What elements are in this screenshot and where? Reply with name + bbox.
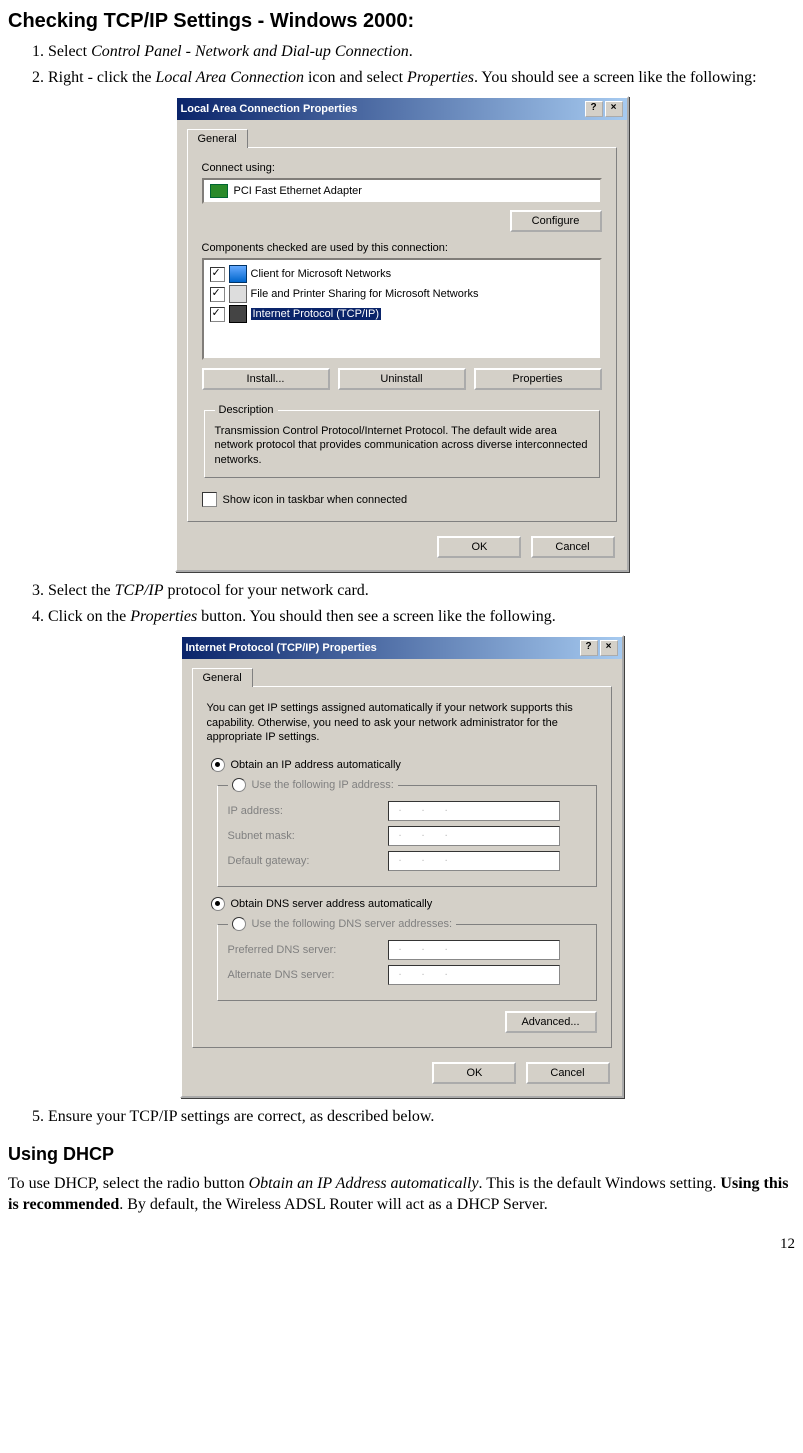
pref-dns-label: Preferred DNS server: xyxy=(228,944,388,956)
protocol-icon xyxy=(229,305,247,323)
cancel-button[interactable]: Cancel xyxy=(526,1062,610,1084)
description-legend: Description xyxy=(215,404,278,416)
description-group: Description Transmission Control Protoco… xyxy=(204,404,600,478)
ip-address-label: IP address: xyxy=(228,805,388,817)
radio-obtain-dns-label: Obtain DNS server address automatically xyxy=(231,898,433,910)
list-item[interactable]: Client for Microsoft Networks xyxy=(208,264,596,284)
dhcp-heading: Using DHCP xyxy=(8,1144,795,1165)
components-label: Components checked are used by this conn… xyxy=(202,242,602,254)
step-3: Select the TCP/IP protocol for your netw… xyxy=(48,580,795,602)
step-5: Ensure your TCP/IP settings are correct,… xyxy=(48,1106,795,1128)
components-list[interactable]: Client for Microsoft Networks File and P… xyxy=(202,258,602,360)
ok-button[interactable]: OK xyxy=(432,1062,516,1084)
dhcp-paragraph: To use DHCP, select the radio button Obt… xyxy=(8,1173,795,1216)
properties-button[interactable]: Properties xyxy=(474,368,602,390)
subnet-field[interactable]: ... xyxy=(388,826,560,846)
lan-properties-dialog: Local Area Connection Properties ? × Gen… xyxy=(175,96,629,572)
step-2: Right - click the Local Area Connection … xyxy=(48,67,795,89)
advanced-button[interactable]: Advanced... xyxy=(505,1011,597,1033)
help-button[interactable]: ? xyxy=(580,640,598,656)
radio-obtain-ip[interactable] xyxy=(211,758,225,772)
close-button[interactable]: × xyxy=(600,640,618,656)
uninstall-button[interactable]: Uninstall xyxy=(338,368,466,390)
step-4: Click on the Properties button. You shou… xyxy=(48,606,795,628)
checkbox[interactable] xyxy=(210,307,225,322)
radio-use-dns-label: Use the following DNS server addresses: xyxy=(252,918,453,930)
info-text: You can get IP settings assigned automat… xyxy=(207,701,597,744)
titlebar: Local Area Connection Properties ? × xyxy=(177,98,627,120)
list-item[interactable]: Internet Protocol (TCP/IP) xyxy=(208,304,596,324)
dns-group: Use the following DNS server addresses: … xyxy=(217,917,597,1001)
gateway-label: Default gateway: xyxy=(228,855,388,867)
configure-button[interactable]: Configure xyxy=(510,210,602,232)
titlebar: Internet Protocol (TCP/IP) Properties ? … xyxy=(182,637,622,659)
subnet-label: Subnet mask: xyxy=(228,830,388,842)
ok-button[interactable]: OK xyxy=(437,536,521,558)
show-icon-label: Show icon in taskbar when connected xyxy=(223,494,408,506)
pref-dns-field[interactable]: ... xyxy=(388,940,560,960)
connect-using-label: Connect using: xyxy=(202,162,602,174)
list-item[interactable]: File and Printer Sharing for Microsoft N… xyxy=(208,284,596,304)
page-heading: Checking TCP/IP Settings - Windows 2000: xyxy=(8,10,795,33)
step-1: Select Control Panel - Network and Dial-… xyxy=(48,41,795,63)
alt-dns-field[interactable]: ... xyxy=(388,965,560,985)
adapter-name: PCI Fast Ethernet Adapter xyxy=(234,185,362,197)
tab-general[interactable]: General xyxy=(192,668,253,687)
checkbox[interactable] xyxy=(210,287,225,302)
gateway-field[interactable]: ... xyxy=(388,851,560,871)
ip-group: Use the following IP address: IP address… xyxy=(217,778,597,887)
description-text: Transmission Control Protocol/Internet P… xyxy=(215,424,589,467)
radio-obtain-dns[interactable] xyxy=(211,897,225,911)
client-icon xyxy=(229,265,247,283)
titlebar-text: Internet Protocol (TCP/IP) Properties xyxy=(186,642,578,654)
tab-general[interactable]: General xyxy=(187,129,248,148)
help-button[interactable]: ? xyxy=(585,101,603,117)
radio-obtain-ip-label: Obtain an IP address automatically xyxy=(231,759,401,771)
cancel-button[interactable]: Cancel xyxy=(531,536,615,558)
radio-use-dns[interactable] xyxy=(232,917,246,931)
nic-icon xyxy=(210,184,228,198)
adapter-field: PCI Fast Ethernet Adapter xyxy=(202,178,602,204)
checkbox[interactable] xyxy=(210,267,225,282)
install-button[interactable]: Install... xyxy=(202,368,330,390)
tcpip-properties-dialog: Internet Protocol (TCP/IP) Properties ? … xyxy=(180,635,624,1098)
page-number: 12 xyxy=(8,1236,795,1253)
radio-use-ip[interactable] xyxy=(232,778,246,792)
close-button[interactable]: × xyxy=(605,101,623,117)
show-icon-checkbox[interactable] xyxy=(202,492,217,507)
radio-use-ip-label: Use the following IP address: xyxy=(252,779,394,791)
ip-address-field[interactable]: ... xyxy=(388,801,560,821)
share-icon xyxy=(229,285,247,303)
alt-dns-label: Alternate DNS server: xyxy=(228,969,388,981)
titlebar-text: Local Area Connection Properties xyxy=(181,103,583,115)
